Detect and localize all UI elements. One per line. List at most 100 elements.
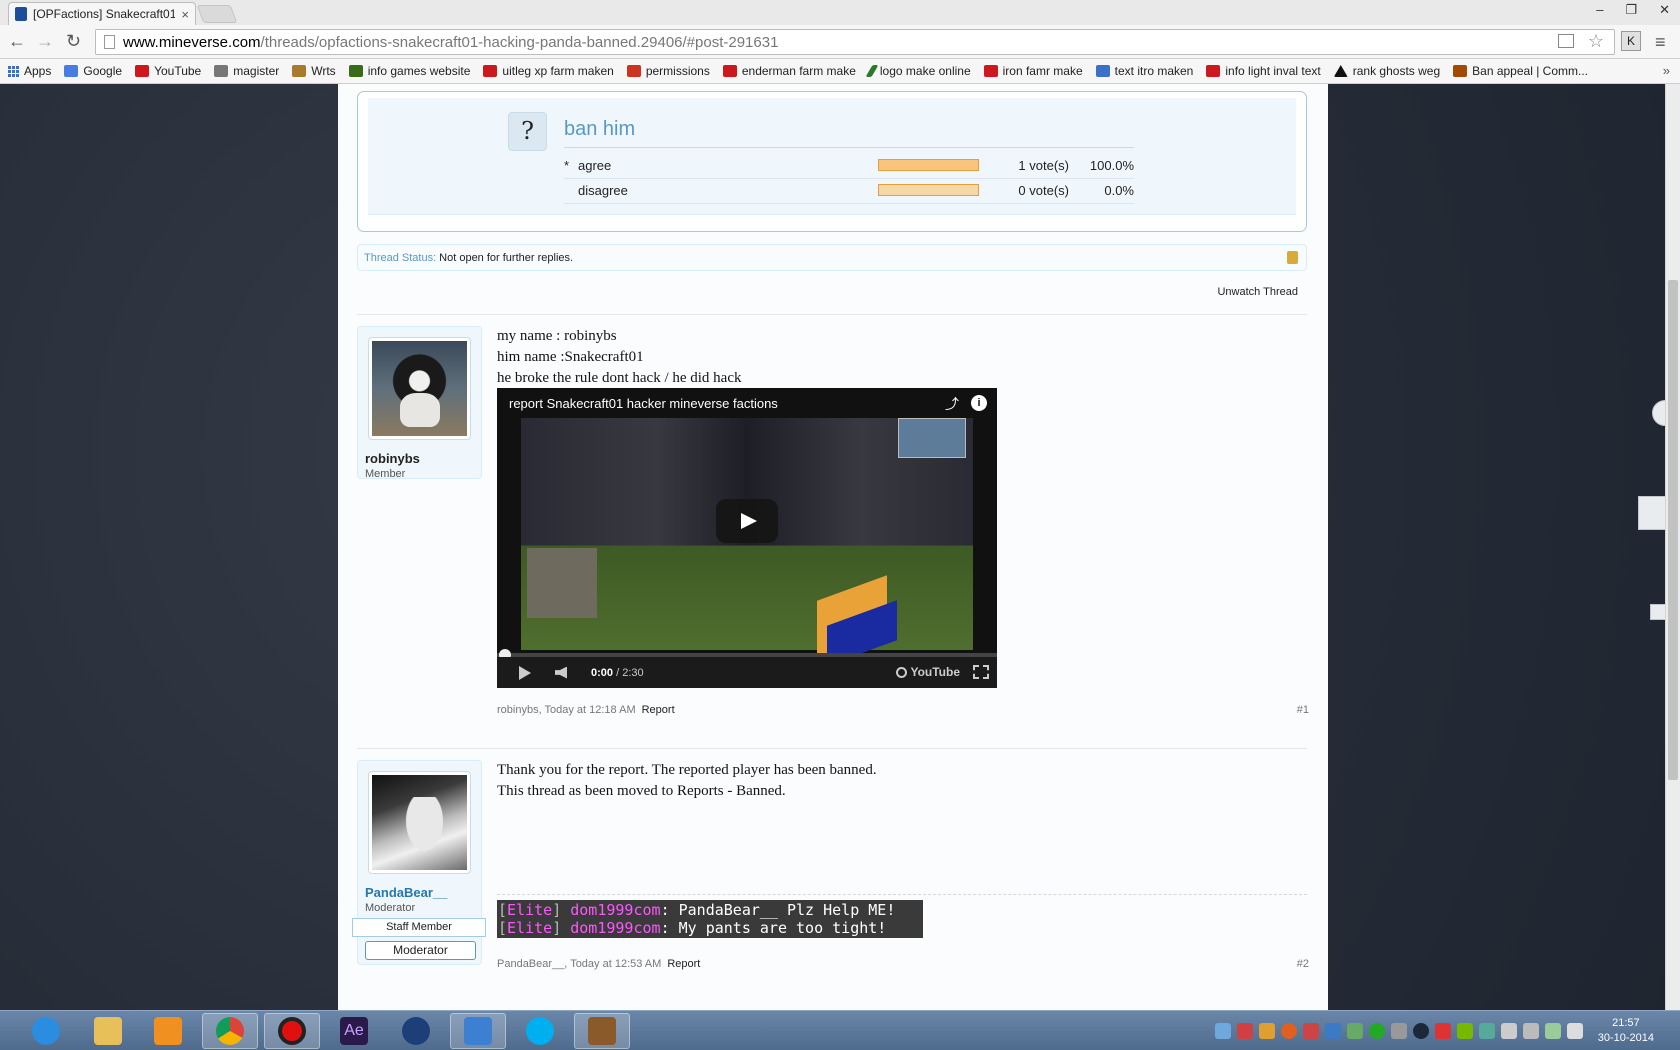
lock-icon: [1287, 251, 1298, 264]
bookmark-permissions[interactable]: permissions: [626, 64, 710, 78]
bookmark-xp-farm[interactable]: uitleg xp farm maken: [483, 64, 614, 78]
post-2-username[interactable]: PandaBear__: [365, 885, 447, 900]
tray-app-icon[interactable]: [1435, 1023, 1451, 1039]
bookmark-wrts[interactable]: Wrts: [292, 64, 336, 78]
play-control-icon[interactable]: [519, 665, 531, 680]
bookmark-youtube[interactable]: YouTube: [135, 64, 201, 78]
volume-icon[interactable]: [555, 666, 567, 679]
clock-time: 21:57: [1612, 1017, 1640, 1029]
tray-app-icon[interactable]: [1281, 1023, 1297, 1039]
taskbar-file-explorer[interactable]: [80, 1013, 136, 1049]
scrollbar-thumb[interactable]: [1668, 280, 1678, 780]
taskbar-chrome[interactable]: [202, 1013, 258, 1049]
mineverse-favicon-icon: [15, 7, 27, 21]
bookmark-logo-make[interactable]: logo make online: [865, 64, 971, 78]
bookmark-magister[interactable]: magister: [214, 64, 279, 78]
tray-app-icon[interactable]: [1369, 1023, 1385, 1039]
bookmark-info-games[interactable]: info games website: [348, 64, 470, 78]
forward-arrow-icon[interactable]: →: [36, 31, 54, 52]
address-bar[interactable]: www.mineverse.com/threads/opfactions-sna…: [95, 29, 1615, 55]
bookmarks-overflow-icon[interactable]: »: [1663, 63, 1670, 78]
nvidia-icon[interactable]: [1457, 1023, 1473, 1039]
moderator-badge: Moderator: [365, 941, 476, 960]
tray-app-icon[interactable]: [1237, 1023, 1253, 1039]
taskbar-internet-explorer[interactable]: [18, 1013, 74, 1049]
bookmark-google[interactable]: Google: [64, 64, 122, 78]
translate-icon[interactable]: [1558, 34, 1574, 48]
url-path: /threads/opfactions-snakecraft01-hacking…: [260, 33, 779, 51]
extension-k-button[interactable]: K: [1621, 31, 1641, 51]
browser-tab[interactable]: [OPFactions] Snakecraft01 ×: [8, 2, 196, 25]
tray-app-icon[interactable]: [1303, 1023, 1319, 1039]
chrome-menu-icon[interactable]: ≡: [1655, 32, 1666, 53]
video-title[interactable]: report Snakecraft01 hacker mineverse fac…: [509, 396, 778, 411]
signature-image: [Elite] dom1999com: PandaBear__ Plz Help…: [497, 900, 923, 938]
tray-app-icon[interactable]: [1259, 1023, 1275, 1039]
bookmark-info-light[interactable]: info light inval text: [1206, 64, 1321, 78]
tray-app-icon[interactable]: [1325, 1023, 1341, 1039]
post-separator: [357, 748, 1307, 749]
share-icon[interactable]: ⤴: [945, 394, 959, 414]
post-1-username[interactable]: robinybs: [365, 451, 420, 466]
close-window-icon[interactable]: ✕: [1659, 2, 1670, 18]
report-link[interactable]: Report: [667, 958, 700, 970]
volume-tray-icon[interactable]: [1567, 1023, 1583, 1039]
taskbar-cinema4d[interactable]: [388, 1013, 444, 1049]
report-link[interactable]: Report: [642, 704, 675, 716]
post-1-number[interactable]: #1: [1297, 704, 1309, 716]
action-center-flag-icon[interactable]: [1501, 1023, 1517, 1039]
network-icon[interactable]: [1545, 1023, 1561, 1039]
taskbar-after-effects[interactable]: Ae: [326, 1013, 382, 1049]
post-2-number[interactable]: #2: [1297, 958, 1309, 970]
post-author-date[interactable]: robinybs, Today at 12:18 AM: [497, 704, 636, 716]
clock-date: 30-10-2014: [1597, 1032, 1654, 1044]
page-scrollbar[interactable]: [1665, 84, 1680, 1010]
taskbar-notepad[interactable]: [450, 1013, 506, 1049]
tab-title: [OPFactions] Snakecraft01: [33, 7, 176, 21]
video-time: 0:00 / 2:30: [591, 667, 644, 679]
play-button[interactable]: [716, 499, 778, 543]
tray-app-icon[interactable]: [1215, 1023, 1231, 1039]
taskbar-minecraft[interactable]: [574, 1013, 630, 1049]
tab-close-icon[interactable]: ×: [181, 7, 189, 22]
bookmark-enderman-farm[interactable]: enderman farm make: [722, 64, 856, 78]
avatar-frame[interactable]: [368, 337, 471, 440]
post-author-date[interactable]: PandaBear__, Today at 12:53 AM: [497, 958, 661, 970]
smiley-icon: [348, 65, 363, 77]
taskbar-skype[interactable]: [512, 1013, 568, 1049]
info-icon[interactable]: i: [971, 395, 987, 411]
youtube-icon: [135, 65, 150, 77]
youtube-icon: [983, 65, 998, 77]
video-minimap-thumbnail: [898, 418, 966, 458]
youtube-video-embed[interactable]: report Snakecraft01 hacker mineverse fac…: [497, 388, 997, 688]
unwatch-thread-link[interactable]: Unwatch Thread: [1217, 286, 1298, 298]
bookmark-ban-appeal[interactable]: Ban appeal | Comm...: [1453, 64, 1588, 78]
reload-icon[interactable]: ↻: [66, 31, 81, 52]
taskbar-media-player[interactable]: [140, 1013, 196, 1049]
steam-icon[interactable]: [1413, 1023, 1429, 1039]
bookmark-apps[interactable]: Apps: [8, 64, 51, 78]
file-explorer-icon: [94, 1017, 122, 1045]
watch-later-icon[interactable]: [896, 667, 907, 678]
poll-result-fill: [879, 160, 978, 170]
avatar-frame[interactable]: [368, 771, 471, 874]
new-tab-button[interactable]: [196, 5, 238, 23]
display-icon[interactable]: [1523, 1023, 1539, 1039]
youtube-logo-icon[interactable]: YouTube: [910, 665, 960, 679]
bookmark-text-intro[interactable]: text itro maken: [1095, 64, 1193, 78]
taskbar-clock[interactable]: 21:57 30-10-2014: [1598, 1016, 1654, 1046]
poll-selected-marker: *: [564, 157, 570, 173]
tray-app-icon[interactable]: [1479, 1023, 1495, 1039]
fullscreen-icon[interactable]: [973, 665, 989, 679]
taskbar-recorder[interactable]: [264, 1013, 320, 1049]
bookmark-icon: [626, 65, 641, 77]
minimize-icon[interactable]: –: [1596, 2, 1603, 18]
back-arrow-icon[interactable]: ←: [8, 31, 26, 52]
bookmark-star-icon[interactable]: ☆: [1588, 31, 1604, 52]
bookmark-iron-farm[interactable]: iron famr make: [983, 64, 1083, 78]
letter-a-icon: [1333, 65, 1348, 77]
notification-bell-icon[interactable]: [1391, 1023, 1407, 1039]
bookmark-rank-ghosts[interactable]: rank ghosts weg: [1333, 64, 1440, 78]
tray-app-icon[interactable]: [1347, 1023, 1363, 1039]
restore-icon[interactable]: ❐: [1625, 2, 1637, 18]
